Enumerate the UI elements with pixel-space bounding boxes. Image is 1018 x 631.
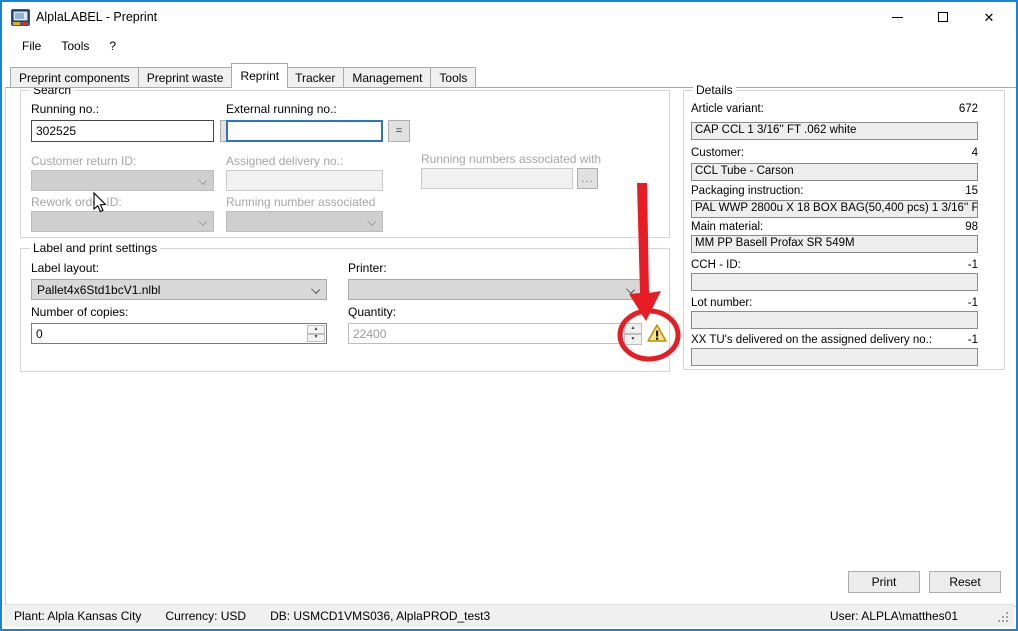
detail-row-lot-number: Lot number:-1 <box>691 297 978 309</box>
printer-label: Printer: <box>348 261 387 275</box>
spin-up-icon[interactable]: ▲ <box>307 325 325 334</box>
detail-row-customer: Customer:4 <box>691 147 978 159</box>
detail-field-packaging-instruction: PAL WWP 2800u X 18 BOX BAG(50,400 pcs) 1… <box>691 200 978 218</box>
detail-value: -1 <box>968 259 978 271</box>
detail-row-tus-delivered: XX TU's delivered on the assigned delive… <box>691 334 978 346</box>
tab-management[interactable]: Management <box>344 67 431 88</box>
status-user: User: ALPLA\matthes01 <box>830 609 958 623</box>
assigned-delivery-no-input <box>226 170 383 191</box>
detail-value: 98 <box>965 221 978 233</box>
number-of-copies-spinbox[interactable]: 0 ▲ ▼ <box>31 323 327 344</box>
minimize-icon <box>892 17 903 18</box>
quantity-label: Quantity: <box>348 305 396 319</box>
assigned-delivery-no-label: Assigned delivery no.: <box>226 154 343 168</box>
detail-row-cch-id: CCH - ID:-1 <box>691 259 978 271</box>
detail-field-customer: CCL Tube - Carson <box>691 163 978 181</box>
quantity-spinner[interactable]: ▲ ▼ <box>624 323 642 345</box>
label-layout-label: Label layout: <box>31 261 99 275</box>
spin-down-icon[interactable]: ▼ <box>307 334 325 343</box>
status-left: Plant: Alpla Kansas City Currency: USD DB:… <box>14 609 514 623</box>
detail-field-lot-number <box>691 311 978 329</box>
tab-preprint-waste[interactable]: Preprint waste <box>139 67 233 88</box>
quantity-value: 22400 <box>353 327 386 341</box>
spin-up-icon[interactable]: ▲ <box>624 323 642 334</box>
tab-strip: Preprint components Preprint waste Repri… <box>10 63 476 88</box>
external-running-no-input[interactable] <box>226 120 383 142</box>
running-number-associated-label: Running number associated <box>226 195 375 209</box>
number-of-copies-label: Number of copies: <box>31 305 128 319</box>
app-icon <box>11 8 30 27</box>
search-group: Search Running no.: = External running n… <box>20 90 670 238</box>
detail-value: 672 <box>959 103 978 115</box>
running-no-label: Running no.: <box>31 102 99 116</box>
customer-return-id-label: Customer return ID: <box>31 154 136 168</box>
running-numbers-associated-input <box>421 168 573 189</box>
status-currency: Currency: USD <box>165 609 246 623</box>
close-icon: ✕ <box>984 11 995 24</box>
detail-field-main-material: MM PP Basell Profax SR 549M <box>691 235 978 253</box>
tab-preprint-components[interactable]: Preprint components <box>10 67 139 88</box>
title-bar[interactable]: AlplaLABEL - Preprint ✕ <box>2 2 1016 32</box>
window-title: AlplaLABEL - Preprint <box>36 10 157 24</box>
rework-order-id-label: Rework order ID: <box>31 195 122 209</box>
warning-icon <box>647 324 667 343</box>
detail-value: -1 <box>968 334 978 346</box>
close-button[interactable]: ✕ <box>966 2 1012 32</box>
status-db: DB: USMCD1VMS036, AlplaPROD_test3 <box>270 609 490 623</box>
label-layout-combobox[interactable]: Pallet4x6Std1bcV1.nlbl <box>31 279 327 300</box>
minimize-button[interactable] <box>874 2 920 32</box>
resize-grip-icon[interactable] <box>998 612 1008 622</box>
printer-combobox[interactable] <box>348 279 642 300</box>
running-numbers-browse-button[interactable]: ... <box>577 168 598 189</box>
tab-reprint[interactable]: Reprint <box>231 63 288 88</box>
detail-row-article-variant: Article variant:672 <box>691 103 978 115</box>
number-of-copies-value: 0 <box>36 327 43 341</box>
menu-file[interactable]: File <box>12 34 51 58</box>
copies-spinner[interactable]: ▲ ▼ <box>307 325 325 342</box>
maximize-icon <box>938 12 948 22</box>
status-bar: Plant: Alpla Kansas City Currency: USD DB:… <box>4 604 1014 627</box>
detail-value: 15 <box>965 185 978 197</box>
tab-tools[interactable]: Tools <box>431 67 476 88</box>
label-print-settings-group: Label and print settings Label layout: P… <box>20 248 670 372</box>
maximize-button[interactable] <box>920 2 966 32</box>
menu-help[interactable]: ? <box>99 34 126 58</box>
app-window: AlplaLABEL - Preprint ✕ File Tools ? Pre… <box>0 0 1018 631</box>
print-button[interactable]: Print <box>848 571 920 593</box>
running-numbers-associated-label: Running numbers associated with <box>421 152 601 166</box>
label-layout-value: Pallet4x6Std1bcV1.nlbl <box>37 283 160 297</box>
reset-button[interactable]: Reset <box>929 571 1001 593</box>
detail-field-cch-id <box>691 273 978 291</box>
label-print-settings-title: Label and print settings <box>30 241 160 255</box>
details-group: Details Article variant:672 CAP CCL 1 3/… <box>683 90 1005 370</box>
customer-return-id-combobox <box>31 170 214 191</box>
details-group-title: Details <box>693 83 736 97</box>
chevron-down-icon <box>198 217 207 226</box>
detail-value: 4 <box>972 147 978 159</box>
detail-value: -1 <box>968 297 978 309</box>
external-running-no-label: External running no.: <box>226 102 337 116</box>
rework-order-id-combobox <box>31 211 214 232</box>
spin-down-icon[interactable]: ▼ <box>624 334 642 345</box>
status-plant: Plant: Alpla Kansas City <box>14 609 141 623</box>
running-number-associated-combobox <box>226 211 383 232</box>
menu-bar: File Tools ? <box>4 32 1014 60</box>
chevron-down-icon <box>198 176 207 185</box>
external-running-no-equals-button[interactable]: = <box>388 120 410 142</box>
detail-row-main-material: Main material:98 <box>691 221 978 233</box>
menu-tools[interactable]: Tools <box>51 34 99 58</box>
quantity-field: 22400 <box>348 323 623 344</box>
running-no-input[interactable] <box>31 120 214 142</box>
detail-row-packaging-instruction: Packaging instruction:15 <box>691 185 978 197</box>
chevron-down-icon <box>367 217 376 226</box>
tab-tracker[interactable]: Tracker <box>287 67 344 88</box>
chevron-down-icon <box>311 285 320 294</box>
detail-field-tus-delivered <box>691 348 978 366</box>
chevron-down-icon <box>626 285 635 294</box>
detail-field-article-variant: CAP CCL 1 3/16'' FT .062 white <box>691 122 978 140</box>
